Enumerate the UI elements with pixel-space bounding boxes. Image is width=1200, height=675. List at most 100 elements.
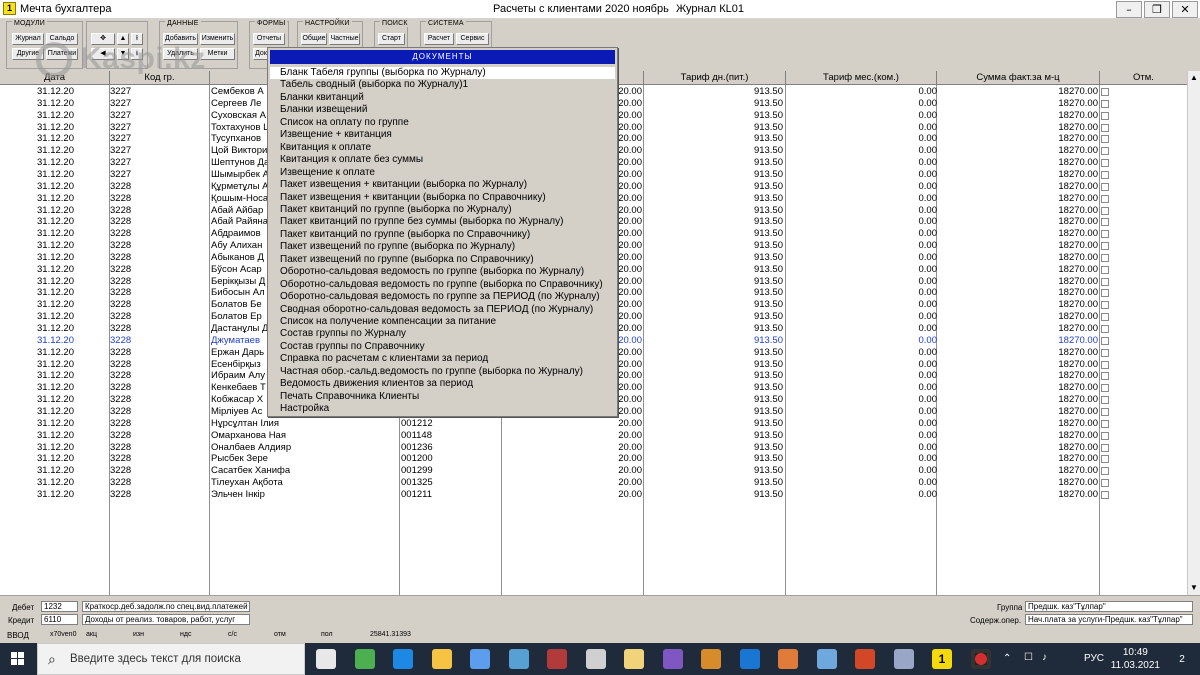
menu-item[interactable]: Извещение к оплате xyxy=(270,167,615,179)
mark-checkbox[interactable] xyxy=(1101,277,1109,286)
mark-checkbox[interactable] xyxy=(1101,455,1109,464)
mark-checkbox[interactable] xyxy=(1101,265,1109,274)
app-1c-icon[interactable]: 1 xyxy=(932,649,952,669)
task-view-icon[interactable] xyxy=(316,649,336,669)
search-start-button[interactable]: Старт xyxy=(378,33,405,45)
mark-checkbox[interactable] xyxy=(1101,253,1109,262)
menu-item[interactable]: Список на получение компенсации за питан… xyxy=(270,316,615,328)
menu-item[interactable]: Оборотно-сальдовая ведомость по группе з… xyxy=(270,291,615,303)
menu-item[interactable]: Частная обор.-сальд.ведомость по группе … xyxy=(270,366,615,378)
powerpoint-icon[interactable] xyxy=(855,649,875,669)
col-mark[interactable]: Отм. xyxy=(1100,71,1187,85)
mark-checkbox[interactable] xyxy=(1101,123,1109,132)
mark-checkbox[interactable] xyxy=(1101,467,1109,476)
mark-checkbox[interactable] xyxy=(1101,407,1109,416)
minimize-button[interactable]: – xyxy=(1116,1,1142,18)
settings-app-icon[interactable] xyxy=(816,649,837,669)
menu-item[interactable]: Пакет извещений по группе (выборка по Жу… xyxy=(270,241,615,253)
debet-desc-field[interactable]: Краткоср.деб.задолж.по спец.вид.платежей xyxy=(82,601,250,612)
menu-item[interactable]: Квитанция к оплате без суммы xyxy=(270,154,615,166)
menu-item[interactable]: Пакет извещения + квитанции (выборка по … xyxy=(270,192,615,204)
credit-code-field[interactable]: 6110 xyxy=(41,614,78,625)
credit-desc-field[interactable]: Доходы от реализ. товаров, работ, услуг xyxy=(82,614,250,625)
mark-checkbox[interactable] xyxy=(1101,443,1109,452)
table-row[interactable]: 31.12.20 3228 Тілеухан Ақбота 001325 20.00 91… xyxy=(0,477,1187,489)
scroll-down-icon[interactable]: ▼ xyxy=(1188,581,1200,595)
mark-checkbox[interactable] xyxy=(1101,218,1109,227)
mark-checkbox[interactable] xyxy=(1101,301,1109,310)
mark-checkbox[interactable] xyxy=(1101,159,1109,168)
mark-checkbox[interactable] xyxy=(1101,490,1109,499)
menu-item[interactable]: Пакет квитанций по группе без суммы (выб… xyxy=(270,216,615,228)
language-indicator[interactable]: РУС xyxy=(1084,653,1104,675)
menu-item[interactable]: Пакет квитанций по группе (выборка по Жу… xyxy=(270,204,615,216)
mark-checkbox[interactable] xyxy=(1101,194,1109,203)
menu-item[interactable]: Пакет квитанций по группе (выборка по Сп… xyxy=(270,229,615,241)
mark-checkbox[interactable] xyxy=(1101,230,1109,239)
notification-icon[interactable]: 2 xyxy=(1172,649,1192,669)
mark-checkbox[interactable] xyxy=(1101,372,1109,381)
table-row[interactable]: 31.12.20 3228 Сасатбек Ханифа 001299 20.00 91… xyxy=(0,465,1187,477)
menu-item[interactable]: Ведомость движения клиентов за период xyxy=(270,378,615,390)
menu-item[interactable]: Справка по расчетам с клиентами за перио… xyxy=(270,353,615,365)
mark-checkbox[interactable] xyxy=(1101,313,1109,322)
winrar-icon[interactable] xyxy=(547,649,567,669)
paint-icon[interactable] xyxy=(778,649,798,669)
menu-item[interactable]: Оборотно-сальдовая ведомость по группе (… xyxy=(270,279,615,291)
edge-icon[interactable] xyxy=(393,649,413,669)
table-row[interactable]: 31.12.20 3228 Оналбаев Алдияр 001236 20.00 91… xyxy=(0,442,1187,454)
calc-button[interactable]: Расчет xyxy=(424,33,454,45)
journal-button[interactable]: Журнал xyxy=(12,33,44,45)
group-field[interactable]: Предшк. каз"Тұлпар" xyxy=(1025,601,1193,612)
menu-item[interactable]: Состав группы по Справочнику xyxy=(270,341,615,353)
scanner-icon[interactable] xyxy=(585,649,606,669)
calculator-icon[interactable] xyxy=(354,649,375,669)
menu-item[interactable]: Табель сводный (выборка по Журналу)1 xyxy=(270,79,615,91)
start-button[interactable] xyxy=(0,643,36,675)
mark-checkbox[interactable] xyxy=(1101,348,1109,357)
mark-checkbox[interactable] xyxy=(1101,479,1109,488)
menu-item[interactable]: Квитанция к оплате xyxy=(270,142,615,154)
scroll-up-icon[interactable]: ▲ xyxy=(1188,71,1200,85)
table-row[interactable]: 31.12.20 3228 Эльчен Інкір 001211 20.00 913.5… xyxy=(0,489,1187,501)
mark-checkbox[interactable] xyxy=(1101,360,1109,369)
mark-checkbox[interactable] xyxy=(1101,325,1109,333)
mark-checkbox[interactable] xyxy=(1101,384,1109,393)
mark-checkbox[interactable] xyxy=(1101,99,1109,108)
network-icon[interactable]: ☐ xyxy=(1024,652,1033,675)
col-monthly-tariff[interactable]: Тариф мес.(ком.) xyxy=(786,71,937,85)
mark-checkbox[interactable] xyxy=(1101,419,1109,428)
sticky-icon[interactable] xyxy=(624,649,644,669)
menu-item[interactable]: Сводная оборотно-сальдовая ведомость за … xyxy=(270,304,615,316)
service-button[interactable]: Сервис xyxy=(456,33,489,45)
menu-item[interactable]: Бланки извещений xyxy=(270,104,615,116)
restore-button[interactable]: ❐ xyxy=(1144,1,1170,18)
table-row[interactable]: 31.12.20 3228 Омарханова Ная 001148 20.00 913… xyxy=(0,430,1187,442)
mark-checkbox[interactable] xyxy=(1101,336,1109,345)
menu-item[interactable]: Бланк Табеля группы (выборка по Журналу) xyxy=(270,67,615,79)
mark-checkbox[interactable] xyxy=(1101,147,1109,156)
menu-item[interactable]: Пакет извещения + квитанции (выборка по … xyxy=(270,179,615,191)
general-settings-button[interactable]: Общие xyxy=(301,33,327,45)
clock[interactable]: 10:49 11.03.2021 xyxy=(1111,646,1160,672)
vertical-scrollbar[interactable]: ▲ ▼ xyxy=(1187,71,1200,595)
explorer-icon[interactable] xyxy=(431,649,452,669)
volume-icon[interactable]: ♪ xyxy=(1042,652,1047,675)
menu-item[interactable]: Оборотно-сальдовая ведомость по группе (… xyxy=(270,266,615,278)
content-field[interactable]: Нач.плата за услуги-Предшк. каз"Тұлпар" xyxy=(1025,614,1193,625)
menu-item[interactable]: Пакет извещений по группе (выборка по Сп… xyxy=(270,254,615,266)
tray-chevron-icon[interactable]: ⌃ xyxy=(1003,653,1011,675)
mark-checkbox[interactable] xyxy=(1101,182,1109,191)
col-daily-tariff[interactable]: Тариф дн.(пит.) xyxy=(644,71,786,85)
mark-checkbox[interactable] xyxy=(1101,289,1109,298)
menu-item[interactable]: Извещение + квитанция xyxy=(270,129,615,141)
store-icon[interactable] xyxy=(470,649,490,669)
table-row[interactable]: 31.12.20 3228 Нұрсұлтан Ілия 001212 20.00 913… xyxy=(0,418,1187,430)
menu-item[interactable]: Список на оплату по группе xyxy=(270,117,615,129)
mark-checkbox[interactable] xyxy=(1101,242,1109,251)
taskbar-search[interactable]: ⌕ Введите здесь текст для поиска xyxy=(37,643,305,675)
close-button[interactable]: ✕ xyxy=(1172,1,1198,18)
mark-checkbox[interactable] xyxy=(1101,431,1109,440)
record-icon[interactable] xyxy=(970,649,991,669)
viber-icon[interactable] xyxy=(662,649,683,669)
